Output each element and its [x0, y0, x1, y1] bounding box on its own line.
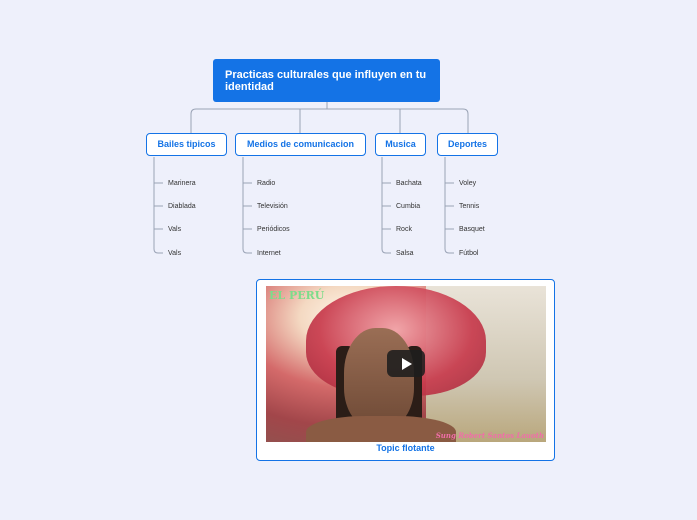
video-body — [306, 416, 456, 442]
leaf-futbol[interactable]: Fútbol — [459, 249, 478, 258]
leaf-diablada[interactable]: Diablada — [168, 202, 196, 211]
branch-deportes[interactable]: Deportes — [437, 133, 498, 156]
leaf-rock[interactable]: Rock — [396, 225, 412, 234]
leaf-tennis[interactable]: Tennis — [459, 202, 479, 211]
leaf-bachata[interactable]: Bachata — [396, 179, 422, 188]
leaf-radio[interactable]: Radio — [257, 179, 275, 188]
floating-topic-caption: Topic flotante — [376, 443, 435, 453]
video-overlay-credit: Sung Robert Santos Lauoth — [435, 431, 544, 440]
leaf-vals-2[interactable]: Vals — [168, 249, 181, 258]
floating-topic[interactable]: EL PERÚ Sung Robert Santos Lauoth Topic … — [256, 279, 555, 461]
leaf-marinera[interactable]: Marinera — [168, 179, 196, 188]
leaf-cumbia[interactable]: Cumbia — [396, 202, 420, 211]
branch-bailes-tipicos[interactable]: Bailes tipicos — [146, 133, 227, 156]
leaf-periodicos[interactable]: Periódicos — [257, 225, 290, 234]
video-overlay-title: EL PERÚ — [269, 289, 325, 302]
branch-medios-de-comunicacion[interactable]: Medios de comunicacion — [235, 133, 366, 156]
leaf-basquet[interactable]: Basquet — [459, 225, 485, 234]
video-thumbnail[interactable]: EL PERÚ Sung Robert Santos Lauoth — [266, 286, 546, 442]
leaf-vals[interactable]: Vals — [168, 225, 181, 234]
leaf-salsa[interactable]: Salsa — [396, 249, 414, 258]
branch-musica[interactable]: Musica — [375, 133, 426, 156]
leaf-internet[interactable]: Internet — [257, 249, 281, 258]
central-topic[interactable]: Practicas culturales que influyen en tu … — [213, 59, 440, 102]
leaf-television[interactable]: Televisión — [257, 202, 288, 211]
video-face — [344, 328, 414, 428]
play-icon[interactable] — [387, 350, 425, 377]
leaf-voley[interactable]: Voley — [459, 179, 476, 188]
